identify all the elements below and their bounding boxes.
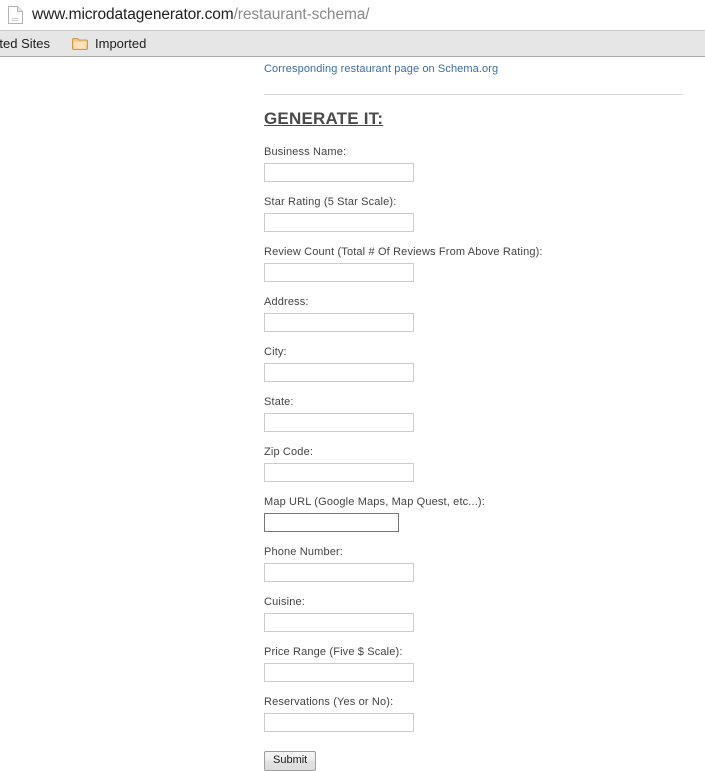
label-review-count: Review Count (Total # Of Reviews From Ab…: [264, 246, 543, 258]
folder-icon: [72, 37, 89, 50]
field-group-review-count: Review Count (Total # Of Reviews From Ab…: [264, 246, 684, 282]
schema-org-link[interactable]: Corresponding restaurant page on Schema.…: [264, 59, 498, 75]
field-group-zip-code: Zip Code:: [264, 446, 684, 482]
field-group-cuisine: Cuisine:: [264, 596, 684, 632]
label-phone-number: Phone Number:: [264, 546, 343, 558]
field-group-star-rating: Star Rating (5 Star Scale):: [264, 196, 684, 232]
submit-button[interactable]: Submit: [264, 750, 317, 771]
address-bar[interactable]: www.microdatagenerator.com/restaurant-sc…: [0, 0, 705, 30]
field-group-state: State:: [264, 396, 684, 432]
label-reservations: Reservations (Yes or No):: [264, 696, 394, 708]
page-title: GENERATE IT:: [264, 109, 384, 128]
input-map-url[interactable]: [264, 513, 399, 532]
label-map-url: Map URL (Google Maps, Map Quest, etc...)…: [264, 496, 485, 508]
field-group-reservations: Reservations (Yes or No):: [264, 696, 684, 732]
url-path: /restaurant-schema/: [233, 6, 370, 23]
content-column: Corresponding restaurant page on Schema.…: [264, 59, 684, 771]
page-content: Corresponding restaurant page on Schema.…: [0, 59, 705, 771]
restaurant-schema-form: Business Name: Star Rating (5 Star Scale)…: [264, 146, 684, 732]
input-address[interactable]: [264, 313, 414, 332]
label-price-range: Price Range (Five $ Scale):: [264, 646, 403, 658]
bookmark-label: Imported: [95, 36, 147, 51]
bookmark-suggested-sites[interactable]: uggested Sites: [0, 36, 50, 51]
input-cuisine[interactable]: [264, 613, 414, 632]
bookmark-imported[interactable]: Imported: [72, 36, 146, 51]
input-star-rating[interactable]: [264, 213, 414, 232]
label-state: State:: [264, 396, 294, 408]
label-zip-code: Zip Code:: [264, 446, 314, 458]
input-business-name[interactable]: [264, 163, 414, 182]
label-address: Address:: [264, 296, 309, 308]
input-reservations[interactable]: [264, 713, 414, 732]
input-review-count[interactable]: [264, 263, 414, 282]
label-business-name: Business Name:: [264, 146, 347, 158]
submit-row: Submit: [264, 750, 684, 771]
input-city[interactable]: [264, 363, 414, 382]
label-cuisine: Cuisine:: [264, 596, 305, 608]
input-price-range[interactable]: [264, 663, 414, 682]
field-group-map-url: Map URL (Google Maps, Map Quest, etc...)…: [264, 496, 684, 532]
bookmarks-bar: uggested Sites Imported: [0, 30, 705, 57]
field-group-price-range: Price Range (Five $ Scale):: [264, 646, 684, 682]
input-state[interactable]: [264, 413, 414, 432]
field-group-phone-number: Phone Number:: [264, 546, 684, 582]
input-phone-number[interactable]: [264, 563, 414, 582]
label-city: City:: [264, 346, 287, 358]
field-group-business-name: Business Name:: [264, 146, 684, 182]
content-divider: [264, 94, 684, 95]
input-zip-code[interactable]: [264, 463, 414, 482]
field-group-address: Address:: [264, 296, 684, 332]
label-star-rating: Star Rating (5 Star Scale):: [264, 196, 397, 208]
bookmark-label: uggested Sites: [0, 36, 51, 51]
url-host: www.microdatagenerator.com: [32, 6, 234, 23]
page-document-icon: [8, 6, 23, 24]
field-group-city: City:: [264, 346, 684, 382]
url-text: www.microdatagenerator.com/restaurant-sc…: [32, 6, 370, 24]
browser-chrome: www.microdatagenerator.com/restaurant-sc…: [0, 0, 705, 57]
